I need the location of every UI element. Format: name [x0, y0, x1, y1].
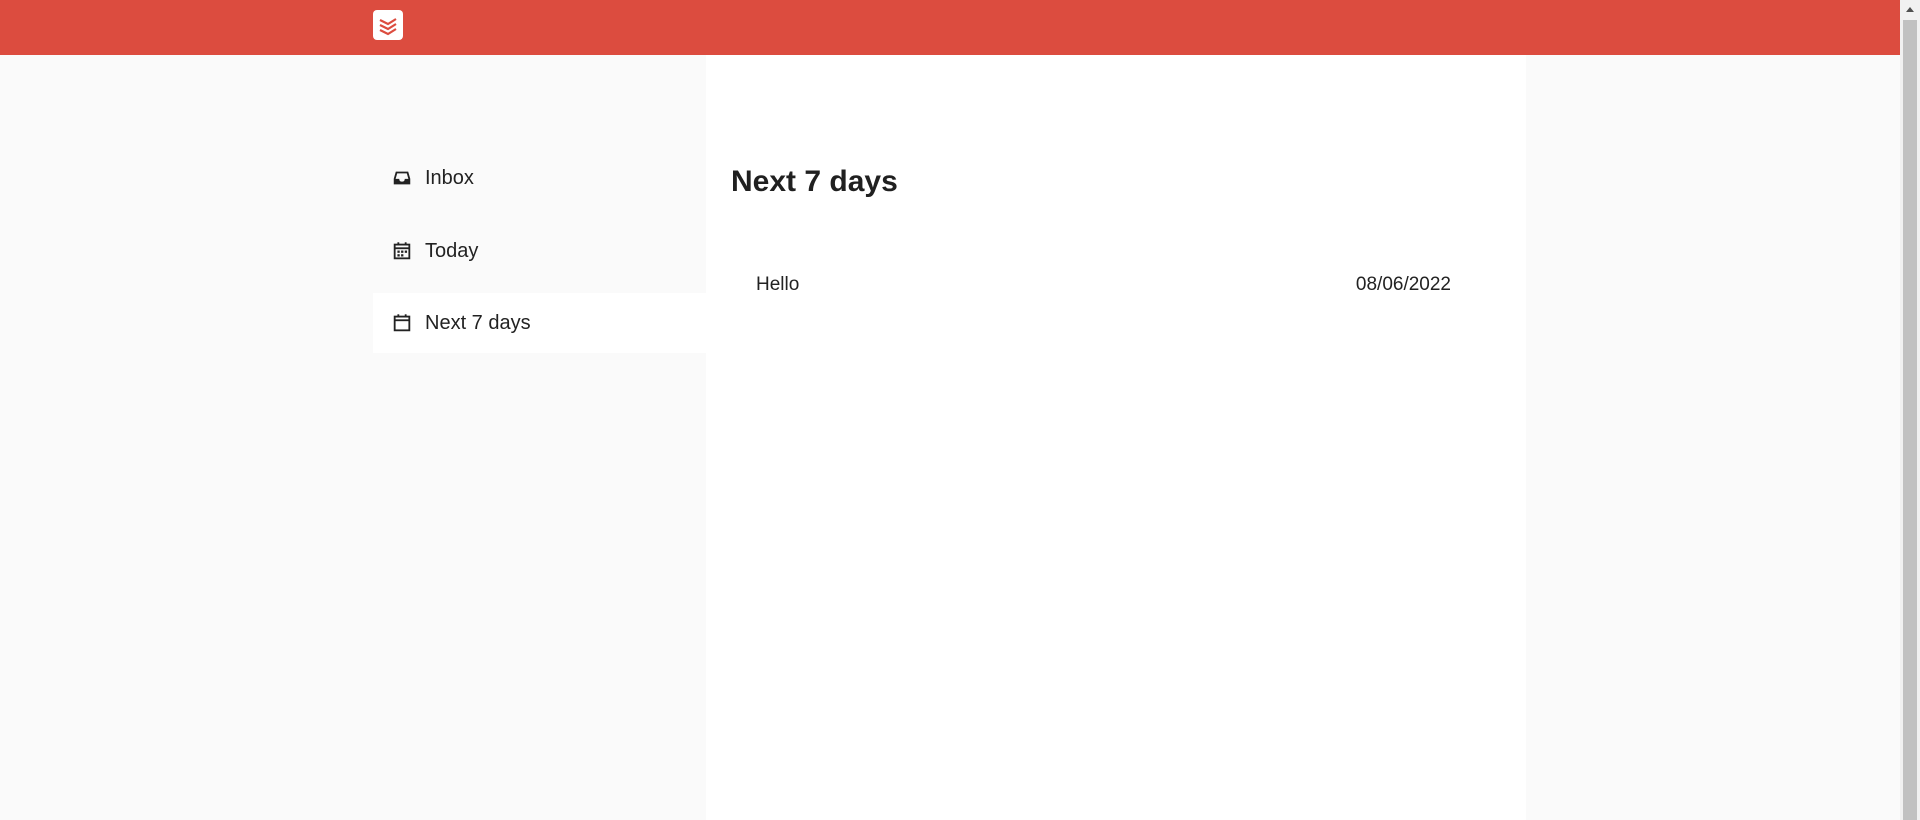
todoist-logo-icon[interactable] — [373, 10, 403, 40]
task-name: Hello — [756, 274, 800, 295]
sidebar-item-inbox[interactable]: Inbox — [373, 148, 706, 208]
sidebar-item-today[interactable]: Today — [373, 221, 706, 281]
top-bar — [0, 0, 1900, 55]
sidebar-item-label: Today — [425, 239, 479, 262]
calendar-icon — [390, 311, 414, 335]
sidebar-item-label: Next 7 days — [425, 311, 531, 334]
inbox-icon — [390, 166, 414, 190]
sidebar-item-next-7-days[interactable]: Next 7 days — [373, 293, 706, 353]
scrollbar-thumb[interactable] — [1903, 20, 1917, 820]
task-due-date: 08/06/2022 — [1355, 274, 1451, 295]
sidebar-item-label: Inbox — [425, 166, 474, 189]
sidebar: Inbox Today Next 7 days — [373, 55, 706, 820]
vertical-scrollbar[interactable] — [1900, 0, 1920, 820]
main-content: Next 7 days Hello 08/06/2022 — [706, 55, 1526, 820]
page-title: Next 7 days — [731, 165, 898, 198]
scroll-up-arrow-icon[interactable] — [1900, 0, 1920, 17]
calendar-grid-icon — [390, 239, 414, 263]
task-row[interactable]: Hello 08/06/2022 — [731, 260, 1476, 310]
